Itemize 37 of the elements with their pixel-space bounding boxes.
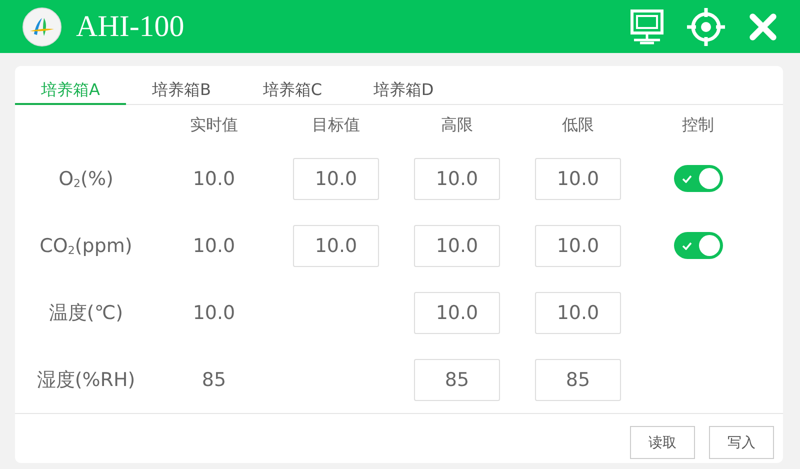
input-field[interactable]: 10.0 bbox=[293, 158, 379, 200]
tab[interactable]: 培养箱B bbox=[126, 77, 237, 105]
tab[interactable]: 培养箱D bbox=[348, 77, 459, 105]
computer-icon[interactable] bbox=[630, 8, 664, 44]
input-field[interactable]: 10.0 bbox=[535, 158, 621, 200]
realtime-value: 10.0 bbox=[192, 234, 236, 256]
close-icon[interactable] bbox=[748, 12, 778, 42]
input-field[interactable]: 10.0 bbox=[293, 224, 379, 266]
column-header: 高限 bbox=[441, 114, 473, 136]
input-field[interactable]: 10.0 bbox=[414, 224, 500, 266]
input-field[interactable]: 85 bbox=[535, 358, 621, 400]
input-field[interactable]: 10.0 bbox=[535, 292, 621, 334]
row-label: CO$_{2}$(ppm) bbox=[40, 234, 132, 256]
column-header: 控制 bbox=[682, 114, 714, 136]
row-label: 温度(℃) bbox=[48, 300, 124, 326]
toggle-switch[interactable] bbox=[674, 165, 722, 192]
target-icon[interactable] bbox=[686, 6, 726, 46]
input-field[interactable]: 10.0 bbox=[414, 292, 500, 334]
toggle-switch[interactable] bbox=[674, 232, 722, 259]
realtime-value: 10.0 bbox=[192, 302, 236, 324]
row-label: O$_{2}$(%) bbox=[58, 168, 114, 190]
tab[interactable]: 培养箱C bbox=[237, 77, 348, 105]
write-button[interactable]: 写入 bbox=[709, 426, 774, 459]
check-icon bbox=[682, 242, 692, 250]
row-label: 湿度(%RH) bbox=[36, 368, 136, 392]
window-title: AHI-100 bbox=[76, 10, 184, 44]
column-header: 低限 bbox=[562, 114, 594, 136]
input-field[interactable]: 85 bbox=[414, 358, 500, 400]
input-field[interactable]: 10.0 bbox=[535, 224, 621, 266]
logo-icon bbox=[22, 6, 62, 46]
realtime-value: 85 bbox=[202, 368, 226, 390]
column-header: 目标值 bbox=[312, 114, 360, 136]
column-header: 实时值 bbox=[190, 114, 238, 136]
check-icon bbox=[682, 175, 692, 183]
realtime-value: 10.0 bbox=[192, 168, 236, 190]
input-field[interactable]: 10.0 bbox=[414, 158, 500, 200]
read-button[interactable]: 读取 bbox=[630, 426, 695, 459]
